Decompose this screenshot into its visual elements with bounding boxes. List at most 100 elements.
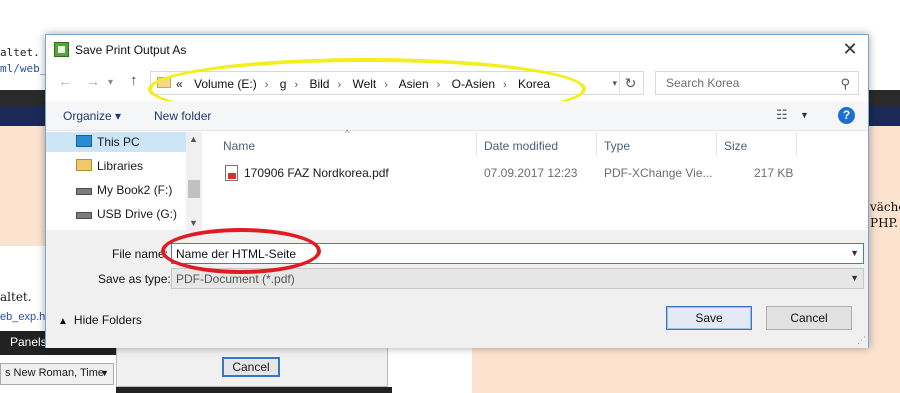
background-code-line: altet.	[0, 46, 40, 59]
file-list: Name ^ Date modified Type Size 170906 FA…	[203, 128, 868, 230]
chevron-right-icon[interactable]: ›	[265, 79, 269, 91]
file-name-input[interactable]	[172, 244, 832, 263]
column-header-size[interactable]: Size	[724, 139, 747, 153]
breadcrumb-volume-e[interactable]: Volume (E:)	[194, 77, 257, 91]
navigation-pane: This PC Libraries My Book2 (F:) USB Driv…	[46, 132, 202, 230]
breadcrumb: « Volume (E:) › g › Bild › Welt › Asien › O-A…	[176, 77, 558, 91]
app-icon	[54, 42, 69, 57]
forward-arrow-icon[interactable]: →	[86, 73, 100, 89]
background-text: altet.	[0, 290, 32, 304]
chevron-down-icon: ▼	[100, 368, 109, 378]
column-divider[interactable]	[796, 132, 797, 156]
scroll-up-icon[interactable]: ▲	[189, 134, 198, 144]
nav-item-usb-drive[interactable]: USB Drive (G:)	[76, 204, 184, 224]
background-text: PHP.	[870, 216, 898, 230]
nav-item-label: This PC	[97, 135, 140, 149]
background-shadow	[116, 387, 392, 393]
chevron-right-icon[interactable]: ›	[384, 79, 388, 91]
sort-ascending-icon: ^	[345, 128, 350, 138]
resize-grip-icon[interactable]: ⋰	[857, 335, 866, 346]
save-dialog: Save Print Output As ✕ ← → ▾ ↑ « Volume …	[45, 34, 869, 348]
breadcrumb-korea[interactable]: Korea	[518, 77, 550, 91]
view-options-icon[interactable]: ☷	[776, 107, 788, 123]
background-link[interactable]: eb_exp.ht	[0, 311, 48, 323]
table-row[interactable]: 170906 FAZ Nordkorea.pdf 07.09.2017 12:2…	[203, 162, 803, 184]
nav-item-label: Libraries	[97, 159, 144, 173]
drive-icon	[76, 188, 92, 195]
chevron-right-icon[interactable]: ›	[503, 79, 507, 91]
column-divider[interactable]	[476, 132, 477, 156]
chevron-right-icon[interactable]: ›	[437, 79, 441, 91]
file-name-cell: 170906 FAZ Nordkorea.pdf	[244, 166, 389, 180]
chevron-down-icon[interactable]: ▼	[850, 273, 859, 283]
file-date-cell: 07.09.2017 12:23	[484, 166, 578, 180]
background-code-link: ml/web_	[0, 62, 47, 75]
column-divider[interactable]	[716, 132, 717, 156]
breadcrumb-asien[interactable]: Asien	[399, 77, 429, 91]
file-name-combobox[interactable]: ▼	[171, 243, 864, 264]
column-header-date[interactable]: Date modified	[484, 139, 558, 153]
hide-folders-label: Hide Folders	[73, 313, 142, 327]
close-icon[interactable]: ✕	[840, 39, 860, 60]
recent-locations-chevron-icon[interactable]: ▾	[108, 77, 113, 88]
scroll-down-icon[interactable]: ▼	[189, 218, 198, 228]
column-header-type[interactable]: Type	[604, 139, 630, 153]
nav-item-libraries[interactable]: Libraries	[76, 156, 184, 176]
save-button[interactable]: Save	[666, 306, 752, 330]
command-bar: Organize ▾ New folder ☷ ▼ ?	[46, 101, 868, 131]
column-header-name[interactable]: Name	[223, 139, 255, 153]
save-options-area: File name: ▼ Save as type: PDF-Document …	[46, 228, 868, 348]
cancel-button[interactable]: Cancel	[766, 306, 852, 330]
chevron-up-icon: ▲	[58, 316, 68, 327]
breadcrumb-g[interactable]: g	[280, 77, 287, 91]
organize-button[interactable]: Organize ▾	[63, 109, 121, 123]
chevron-down-icon[interactable]: ▼	[800, 110, 809, 120]
breadcrumb-bild[interactable]: Bild	[309, 77, 329, 91]
background-panel	[472, 347, 868, 393]
breadcrumb-overflow[interactable]: «	[176, 77, 183, 91]
search-icon[interactable]: ⚲	[840, 76, 850, 92]
save-as-type-label: Save as type:	[98, 272, 171, 286]
refresh-icon[interactable]: ↻	[619, 72, 641, 94]
chevron-down-icon[interactable]: ▾	[612, 78, 617, 89]
address-bar[interactable]: « Volume (E:) › g › Bild › Welt › Asien › O-A…	[150, 71, 644, 95]
navigation-bar: ← → ▾ ↑ « Volume (E:) › g › Bild › Welt › As…	[46, 68, 868, 98]
search-input[interactable]	[664, 73, 834, 93]
nav-pane-scrollbar[interactable]: ▲ ▼	[186, 132, 202, 230]
file-type-cell: PDF-XChange Vie...	[604, 166, 713, 180]
nav-item-label: USB Drive (G:)	[97, 207, 178, 221]
usb-drive-icon	[76, 212, 92, 219]
file-name-label: File name:	[112, 247, 169, 261]
chevron-right-icon[interactable]: ›	[294, 79, 298, 91]
new-folder-button[interactable]: New folder	[154, 109, 211, 123]
column-divider[interactable]	[596, 132, 597, 156]
chevron-right-icon[interactable]: ›	[337, 79, 341, 91]
nav-item-label: My Book2 (F:)	[97, 183, 173, 197]
nav-item-this-pc[interactable]: This PC	[46, 132, 186, 152]
breadcrumb-o-asien[interactable]: O-Asien	[452, 77, 495, 91]
file-size-cell: 217 KB	[754, 166, 794, 180]
search-box[interactable]: ⚲	[655, 71, 859, 95]
background-panel	[868, 126, 900, 393]
save-as-type-value: PDF-Document (*.pdf)	[176, 272, 295, 286]
background-cancel-button[interactable]: Cancel	[222, 357, 280, 377]
folder-icon	[157, 77, 171, 88]
up-arrow-icon[interactable]: ↑	[130, 72, 138, 89]
background-panel	[0, 126, 46, 246]
save-as-type-select[interactable]: PDF-Document (*.pdf) ▼	[171, 268, 864, 289]
chevron-down-icon[interactable]: ▼	[850, 248, 859, 258]
font-select-value: s New Roman, Time	[5, 367, 105, 379]
background-text: väche	[870, 200, 900, 214]
background-font-select[interactable]: s New Roman, Time ▼	[0, 363, 114, 385]
pdf-file-icon	[225, 165, 238, 181]
back-arrow-icon[interactable]: ←	[58, 73, 72, 89]
help-icon[interactable]: ?	[838, 107, 855, 124]
library-icon	[76, 159, 92, 171]
scrollbar-thumb[interactable]	[188, 180, 200, 198]
dialog-title: Save Print Output As	[75, 43, 187, 57]
nav-item-my-book2[interactable]: My Book2 (F:)	[76, 180, 184, 200]
title-bar[interactable]: Save Print Output As ✕	[46, 35, 868, 65]
computer-icon	[76, 135, 92, 147]
hide-folders-toggle[interactable]: ▲ Hide Folders	[58, 313, 142, 327]
breadcrumb-welt[interactable]: Welt	[352, 77, 376, 91]
